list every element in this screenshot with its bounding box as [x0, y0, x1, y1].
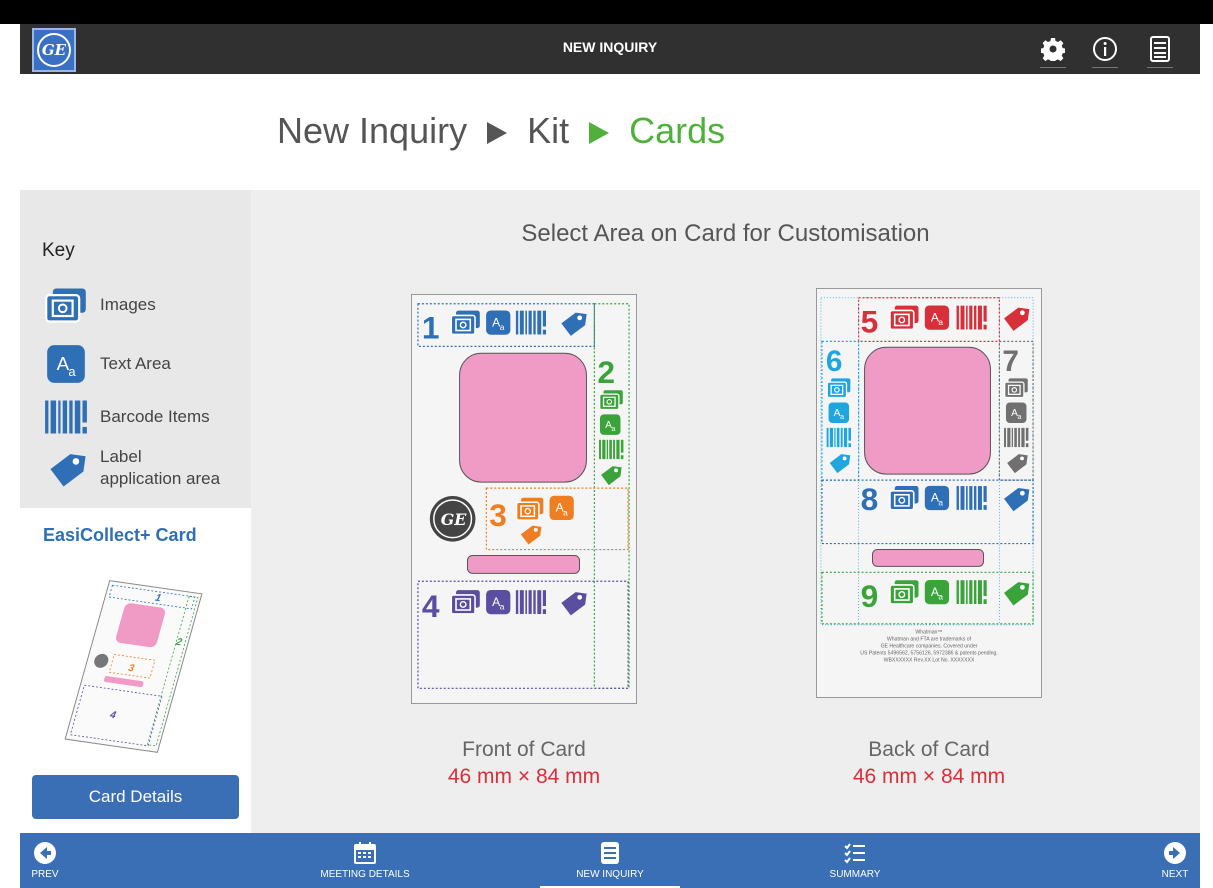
text-area-icon [486, 310, 510, 334]
text-area-icon [925, 580, 949, 604]
settings-gear-icon[interactable] [1038, 34, 1068, 68]
key-item-label: Text Area [100, 354, 171, 373]
back-card-size: 46 mm × 84 mm [852, 765, 1006, 788]
next-label: NEXT [1161, 869, 1189, 880]
fine-print-line: GE Healthcare companies. Covered under [881, 644, 978, 650]
card-thumbnail[interactable]: 1 2 3 4 [50, 580, 220, 755]
text-area-icon [42, 343, 90, 385]
key-title: Key [42, 240, 75, 261]
text-area-icon [550, 496, 574, 520]
key-panel: Key Images Text Area Barcode Items Label… [20, 190, 251, 508]
area-number: 5 [861, 303, 879, 339]
card-type-panel: EasiCollect+ Card 1 2 3 4 Card Details [20, 508, 251, 833]
area-number: 6 [826, 345, 843, 378]
back-card-caption: Back of Card 46 mm × 84 mm [816, 738, 1042, 789]
header-title: NEW INQUIRY [562, 39, 658, 55]
key-item-label: Barcode Items [100, 407, 210, 426]
front-card-size: 46 mm × 84 mm [447, 765, 601, 788]
card-customisation-area: Select Area on Card for Customisation 1 … [251, 190, 1200, 833]
card-details-button[interactable]: Card Details [32, 775, 239, 819]
barcode-icon [42, 396, 90, 438]
ge-logo-mark: GE [429, 496, 476, 542]
document-list-icon [601, 842, 619, 864]
checklist-icon [844, 843, 865, 864]
next-arrow-icon [1164, 842, 1186, 864]
card-type-name: EasiCollect+ Card [43, 525, 197, 545]
key-item-barcode: Barcode Items [42, 396, 210, 438]
key-item-label: Label application area [100, 447, 221, 488]
text-area-icon [829, 402, 850, 423]
key-item-label-area: Label application area [42, 446, 220, 490]
next-button[interactable]: NEXT [1150, 833, 1200, 888]
main-title: Select Area on Card for Customisation [521, 220, 930, 247]
text-area-icon [486, 590, 510, 614]
area-number: 8 [861, 481, 879, 517]
breadcrumb-arrow-icon [589, 122, 610, 145]
fine-print-line: WBXXXXXX Rev.XX Lot No. XXXXXXX [884, 657, 975, 663]
fine-print-line: US Patents 5496562, 5756126, 5972386 & p… [860, 651, 997, 657]
image-icon [42, 284, 90, 326]
breadcrumb: New Inquiry Kit Cards [277, 110, 725, 152]
app-header: GE NEW INQUIRY [20, 24, 1200, 74]
prev-label: PREV [31, 869, 59, 880]
fine-print-line: Whatman™ [915, 630, 942, 636]
calendar-icon [354, 842, 376, 864]
key-item-label: Images [100, 295, 156, 314]
area-number: 1 [422, 309, 440, 345]
front-card-name: Front of Card [462, 738, 586, 761]
front-card-caption: Front of Card 46 mm × 84 mm [411, 738, 637, 789]
area-number: 9 [861, 578, 879, 614]
text-area-icon [925, 305, 949, 329]
label-tag-icon [42, 447, 90, 489]
key-item-text-area: Text Area [42, 343, 171, 385]
text-area-icon [1006, 402, 1027, 423]
back-pink-area [864, 346, 991, 475]
front-card: 1 2 GE 3 4 [411, 294, 637, 704]
back-card-name: Back of Card [868, 738, 990, 761]
fine-print-line: Whatman and FTA are trademarks of [887, 637, 972, 643]
list-menu-icon[interactable] [1145, 34, 1175, 68]
breadcrumb-cards: Cards [629, 110, 726, 151]
meeting-details-button[interactable]: MEETING DETAILS [310, 833, 420, 888]
area-number: 4 [422, 588, 440, 624]
new-inquiry-tab[interactable]: NEW INQUIRY [536, 833, 684, 888]
meeting-details-label: MEETING DETAILS [320, 869, 410, 880]
info-icon[interactable] [1090, 34, 1120, 68]
front-pink-strip [467, 555, 580, 574]
ge-logo-text: GE [441, 510, 468, 529]
new-inquiry-label: NEW INQUIRY [576, 869, 644, 880]
summary-label: SUMMARY [829, 869, 881, 880]
summary-button[interactable]: SUMMARY [810, 833, 900, 888]
front-pink-area [459, 352, 587, 483]
prev-button[interactable]: PREV [20, 833, 70, 888]
bottom-nav-bar: PREV MEETING DETAILS NEW INQUIRY SUMMARY… [20, 833, 1200, 888]
area-number: 7 [1002, 345, 1019, 378]
breadcrumb-kit[interactable]: Kit [527, 110, 569, 151]
prev-arrow-icon [34, 842, 56, 864]
back-pink-strip [872, 549, 985, 567]
breadcrumb-arrow-icon [487, 122, 508, 145]
area-number: 2 [597, 354, 615, 390]
status-strip [0, 0, 1213, 24]
back-card: 5 6 7 8 9 Whatman™ Whatman and FTA are t… [816, 288, 1042, 698]
breadcrumb-new-inquiry[interactable]: New Inquiry [277, 110, 467, 151]
area-number: 3 [489, 497, 507, 533]
key-item-images: Images [42, 284, 156, 326]
text-area-icon [925, 486, 949, 510]
text-area-icon [600, 414, 621, 435]
